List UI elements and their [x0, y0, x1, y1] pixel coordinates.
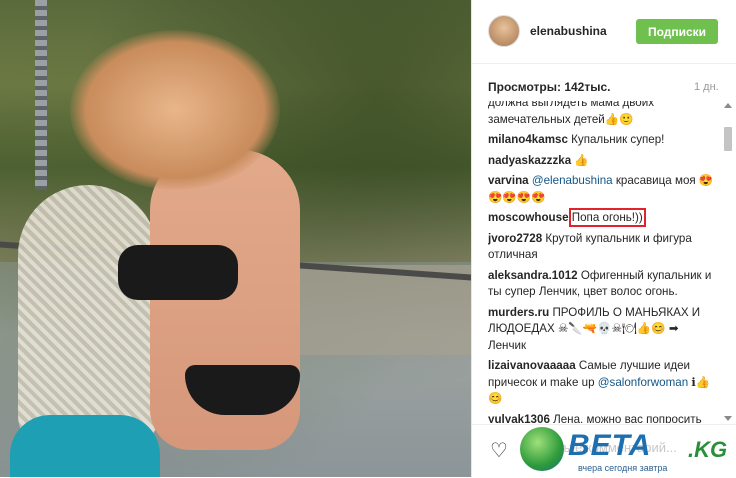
comment-username[interactable]: moscowhouse	[488, 211, 569, 224]
comment-text: 👍	[574, 153, 589, 167]
comment-username[interactable]: varvina	[488, 174, 529, 187]
watermark-logo: BETA .KG вчера сегодня завтра	[520, 425, 730, 475]
comment-item: varvina @elenabushina красавица моя 😍😍😍😍…	[488, 173, 716, 206]
photo-hair	[70, 30, 280, 190]
comment-username[interactable]: milano4kamsc	[488, 133, 568, 146]
comment-item: jvoro2728 Крутой купальник и фигура отли…	[488, 231, 716, 264]
follow-button[interactable]: Подписки	[636, 19, 718, 44]
comment-text: Купальник супер!	[571, 133, 665, 146]
comment-item: nadyaskazzzka 👍	[488, 153, 716, 170]
comment-mention[interactable]: @elenabushina	[532, 174, 613, 187]
comment-mention[interactable]: @salonforwoman	[598, 376, 688, 389]
highlighted-comment-text: Попа огонь!))	[568, 208, 646, 227]
post-photo	[0, 0, 471, 477]
username-link[interactable]: elenabushina	[530, 24, 607, 38]
watermark-brand: BETA	[568, 429, 652, 462]
comment-item: yulyak1306 Лена, можно вас попросить бол…	[488, 412, 716, 424]
post-age[interactable]: 1 дн.	[694, 81, 719, 93]
comment-item: moscowhouse Попа огонь!))	[488, 208, 716, 227]
comment-item: lizaivanovaaaaa Самые лучшие идеи причес…	[488, 358, 716, 408]
comment-username[interactable]: nadyaskazzzka	[488, 154, 571, 167]
comment-item: murders.ru ПРОФИЛЬ О МАНЬЯКАХ И ЛЮДОЕДАХ…	[488, 305, 716, 355]
comment-username[interactable]: yulyak1306	[488, 413, 550, 424]
comment-username[interactable]: aleksandra.1012	[488, 269, 578, 282]
comment-username[interactable]: murders.ru	[488, 306, 549, 319]
comments-scrollbar[interactable]	[724, 103, 732, 421]
globe-icon	[520, 427, 564, 471]
post-header: elenabushina Подписки	[472, 0, 736, 64]
photo-chain	[35, 0, 47, 190]
scroll-up-icon[interactable]	[724, 103, 732, 108]
comment-item: должна выглядеть мама двоих замечательны…	[488, 101, 716, 128]
comment-username[interactable]: jvoro2728	[488, 232, 542, 245]
watermark-tagline: вчера сегодня завтра	[578, 463, 668, 473]
comment-username[interactable]: lizaivanovaaaaa	[488, 359, 576, 372]
watermark-tld: .KG	[688, 437, 728, 462]
comment-text: должна выглядеть мама двоих замечательны…	[488, 101, 655, 126]
photo-swimsuit-top	[118, 245, 238, 300]
comment-item: milano4kamsc Купальник супер!	[488, 132, 716, 149]
photo-swimsuit-bottom	[185, 365, 300, 415]
photo-cushion	[10, 415, 160, 477]
comment-item: aleksandra.1012 Офигенный купальник и ты…	[488, 268, 716, 301]
comment-list[interactable]: должна выглядеть мама двоих замечательны…	[488, 101, 716, 423]
heart-outline-icon[interactable]: ♡	[490, 441, 508, 461]
post-sidebar: elenabushina Подписки Просмотры: 142тыс.…	[472, 0, 736, 477]
views-count: Просмотры: 142тыс.	[488, 80, 611, 94]
scroll-thumb[interactable]	[724, 127, 732, 151]
scroll-down-icon[interactable]	[724, 416, 732, 421]
avatar[interactable]	[488, 15, 520, 47]
